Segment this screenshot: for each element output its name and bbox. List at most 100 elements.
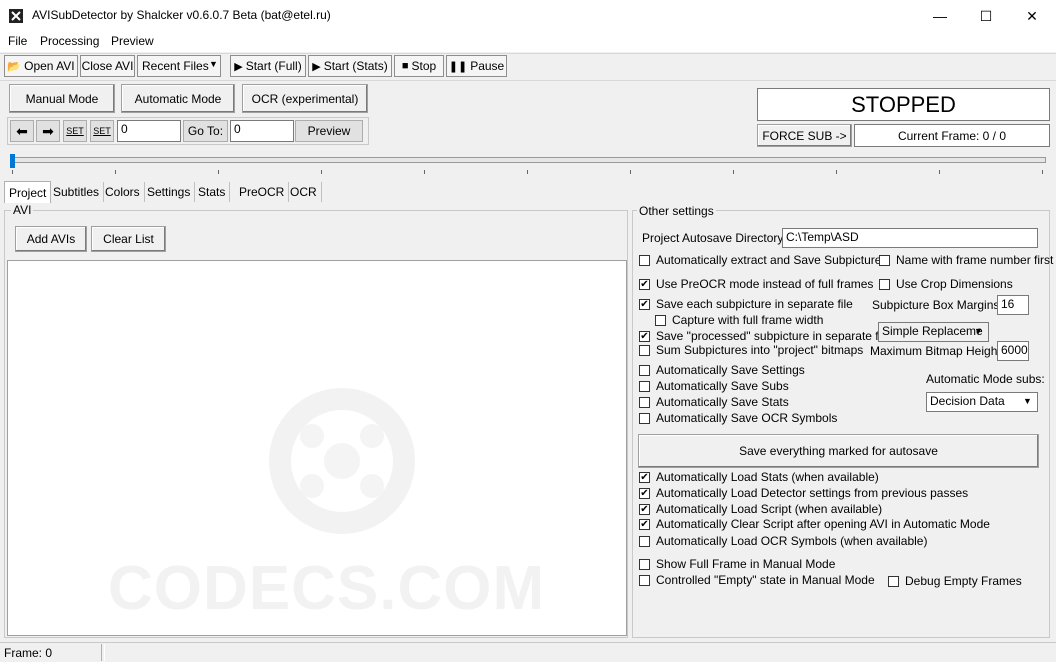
save-each-checkbox[interactable]: ✔	[639, 299, 650, 310]
box-margins-input[interactable]: 16	[997, 295, 1029, 315]
arrow-left-icon: ⬅	[16, 122, 28, 139]
avi-file-list[interactable]: CODECS.COM	[7, 260, 627, 636]
auto-save-stats-checkbox[interactable]	[639, 397, 650, 408]
slider-tick	[424, 170, 425, 174]
auto-load-ocr-checkbox[interactable]	[639, 536, 650, 547]
title-bar: AVISubDetector by Shalcker v0.6.0.7 Beta…	[0, 0, 1056, 33]
auto-load-stats-checkbox[interactable]: ✔	[639, 472, 650, 483]
goto-input[interactable]: 0	[230, 120, 294, 142]
slider-tick	[12, 170, 13, 174]
manual-mode-button[interactable]: Manual Mode	[9, 84, 115, 113]
auto-save-subs-checkbox[interactable]	[639, 381, 650, 392]
pause-button[interactable]: ❚❚ Pause	[446, 55, 507, 77]
save-processed-checkbox[interactable]: ✔	[639, 331, 650, 342]
tab-colors[interactable]: Colors	[101, 182, 145, 202]
menu-file[interactable]: File	[8, 34, 27, 48]
debug-empty-label: Debug Empty Frames	[905, 574, 1022, 588]
tab-stats[interactable]: Stats	[194, 182, 231, 202]
tab-settings[interactable]: Settings	[143, 182, 196, 202]
use-crop-checkbox[interactable]	[879, 279, 890, 290]
auto-save-stats-label: Automatically Save Stats	[656, 395, 789, 409]
auto-load-detector-checkbox[interactable]: ✔	[639, 488, 650, 499]
replace-select[interactable]: Simple Replaceme	[878, 322, 989, 342]
tab-preocr[interactable]: PreOCR	[235, 182, 290, 202]
recent-files-label: Recent Files	[142, 59, 209, 73]
replace-select-value: Simple Replaceme	[882, 324, 983, 338]
auto-extract-checkbox[interactable]	[639, 255, 650, 266]
auto-mode-select[interactable]: Decision Data	[926, 392, 1038, 412]
auto-load-script-checkbox[interactable]: ✔	[639, 504, 650, 515]
max-bitmap-input[interactable]: 6000	[997, 341, 1029, 361]
prev-frame-button[interactable]: ⬅	[10, 120, 34, 142]
current-frame-display: Current Frame: 0 / 0	[854, 124, 1050, 147]
frame-number-input[interactable]: 0	[117, 120, 181, 142]
tab-ocr[interactable]: OCR	[286, 182, 322, 202]
preview-button[interactable]: Preview	[295, 120, 363, 142]
start-full-button[interactable]: ▶ Start (Full)	[230, 55, 306, 77]
use-preocr-label: Use PreOCR mode instead of full frames	[656, 277, 874, 291]
maximize-icon: ☐	[979, 7, 993, 24]
autosave-dir-label: Project Autosave Directory:	[642, 231, 787, 245]
save-everything-button[interactable]: Save everything marked for autosave	[638, 434, 1039, 468]
auto-clear-script-checkbox[interactable]: ✔	[639, 519, 650, 530]
name-frame-first-label: Name with frame number first	[896, 253, 1054, 267]
set-start-button[interactable]: SET	[63, 120, 87, 142]
statusbar-frame: Frame: 0	[4, 646, 53, 660]
add-avis-button[interactable]: Add AVIs	[15, 226, 87, 252]
slider-tick	[1042, 170, 1043, 174]
auto-save-settings-checkbox[interactable]	[639, 365, 650, 376]
window-title: AVISubDetector by Shalcker v0.6.0.7 Beta…	[32, 8, 331, 22]
preview-label: Preview	[307, 124, 351, 138]
menu-processing[interactable]: Processing	[40, 34, 99, 48]
autosave-dir-input[interactable]: C:\Temp\ASD	[782, 228, 1038, 248]
set-end-button[interactable]: SET	[90, 120, 114, 142]
use-preocr-checkbox[interactable]: ✔	[639, 279, 650, 290]
automatic-mode-label: Automatic Mode	[134, 91, 222, 106]
minimize-button[interactable]: —	[917, 0, 963, 32]
recent-files-dropdown[interactable]: Recent Files ▼	[137, 55, 221, 77]
avi-group-label: AVI	[11, 203, 34, 217]
menu-preview[interactable]: Preview	[111, 34, 154, 48]
auto-load-detector-label: Automatically Load Detector settings fro…	[656, 486, 969, 500]
next-frame-button[interactable]: ➡	[36, 120, 60, 142]
arrow-right-icon: ➡	[42, 122, 54, 139]
slider-tick	[218, 170, 219, 174]
frame-slider-track[interactable]	[10, 157, 1046, 163]
tab-project[interactable]: Project	[4, 181, 52, 203]
manual-mode-label: Manual Mode	[25, 91, 99, 106]
ocr-mode-label: OCR (experimental)	[251, 91, 359, 106]
force-sub-label: FORCE SUB ->	[762, 128, 847, 143]
capture-full-width-label: Capture with full frame width	[672, 313, 824, 327]
start-stats-button[interactable]: ▶ Start (Stats)	[308, 55, 392, 77]
capture-full-width-checkbox[interactable]	[655, 315, 666, 326]
open-avi-button[interactable]: 📂 Open AVI	[4, 55, 78, 77]
debug-empty-checkbox[interactable]	[888, 576, 899, 587]
auto-load-script-label: Automatically Load Script (when availabl…	[656, 502, 883, 516]
sum-subpictures-checkbox[interactable]	[639, 345, 650, 356]
auto-save-ocr-checkbox[interactable]	[639, 413, 650, 424]
frame-slider-thumb[interactable]	[10, 154, 15, 168]
stop-button[interactable]: ■ Stop	[394, 55, 444, 77]
force-sub-button[interactable]: FORCE SUB ->	[757, 124, 852, 147]
auto-save-settings-label: Automatically Save Settings	[656, 363, 805, 377]
save-each-label: Save each subpicture in separate file	[656, 297, 853, 311]
close-avi-label: Close AVI	[81, 59, 134, 73]
tab-subtitles[interactable]: Subtitles	[49, 182, 105, 202]
status-bar: Frame: 0	[0, 642, 1056, 662]
maximize-button[interactable]: ☐	[963, 0, 1009, 32]
name-frame-first-checkbox[interactable]	[879, 255, 890, 266]
close-avi-button[interactable]: Close AVI	[80, 55, 135, 77]
automatic-mode-button[interactable]: Automatic Mode	[121, 84, 235, 113]
tab-strip: Project Subtitles Colors Settings Stats …	[0, 181, 1056, 203]
watermark-text: CODECS.COM	[108, 554, 546, 623]
goto-button[interactable]: Go To:	[183, 120, 228, 142]
close-button[interactable]: ✕	[1009, 0, 1055, 32]
ocr-mode-button[interactable]: OCR (experimental)	[242, 84, 368, 113]
clear-list-button[interactable]: Clear List	[91, 226, 166, 252]
controlled-empty-checkbox[interactable]	[639, 575, 650, 586]
save-processed-label: Save "processed" subpicture in separate …	[656, 329, 891, 343]
show-full-frame-checkbox[interactable]	[639, 559, 650, 570]
save-everything-label: Save everything marked for autosave	[739, 444, 938, 458]
pause-icon: ❚❚	[448, 60, 468, 73]
slider-tick	[630, 170, 631, 174]
